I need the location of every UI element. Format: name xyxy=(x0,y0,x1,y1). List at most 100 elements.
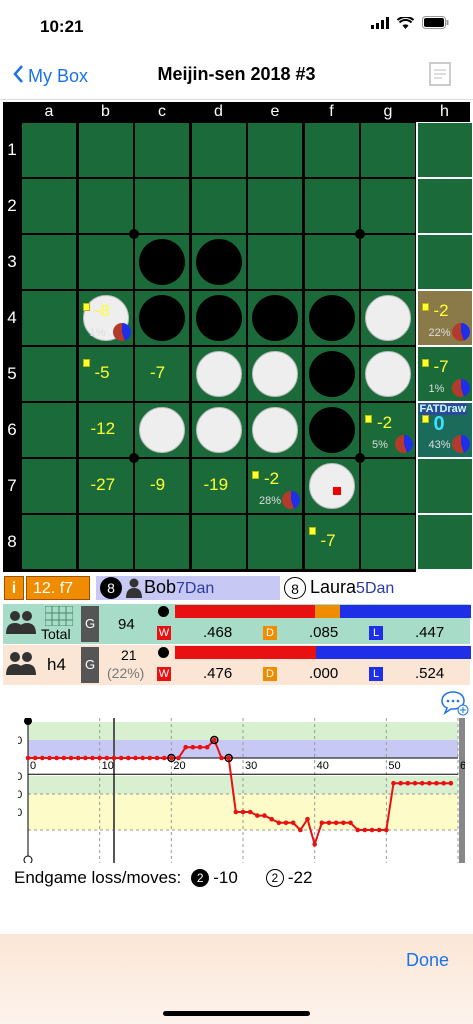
board-cell-b8[interactable] xyxy=(78,515,133,569)
board-cell-b5[interactable]: -5 xyxy=(78,347,133,401)
board-cell-c1[interactable] xyxy=(135,123,189,177)
board-cell-g6[interactable]: -2 5% xyxy=(361,403,415,457)
board-cell-c3[interactable] xyxy=(135,235,189,289)
cell-score: -2 xyxy=(377,413,393,432)
board-cell-h7[interactable] xyxy=(417,459,472,513)
board-cell-g8[interactable] xyxy=(361,515,415,569)
draw-rate: .085 xyxy=(309,624,339,641)
evaluation-point xyxy=(212,737,217,743)
board-cell-g5[interactable] xyxy=(361,347,415,401)
board-cell-d6[interactable] xyxy=(191,403,246,457)
board-cell-h2[interactable] xyxy=(417,179,472,233)
board-cell-h8[interactable] xyxy=(417,515,472,569)
board-cell-c7[interactable]: -9 xyxy=(135,459,189,513)
board-cell-e7[interactable]: -2 28% xyxy=(248,459,302,513)
black-player: 8 Bob7Dan xyxy=(96,576,280,600)
white-disc xyxy=(195,351,242,397)
cell-score: -8 xyxy=(94,301,110,320)
column-label-g: g xyxy=(383,103,393,120)
notes-button[interactable] xyxy=(429,62,451,91)
evaluation-point xyxy=(412,780,418,786)
add-comment-button[interactable] xyxy=(441,690,469,721)
board-cell-b1[interactable] xyxy=(78,123,133,177)
board-cell-f7[interactable] xyxy=(304,459,359,513)
board-cell-e1[interactable] xyxy=(248,123,302,177)
board-cell-d2[interactable] xyxy=(191,179,246,233)
board-cell-c5[interactable]: -7 xyxy=(135,347,189,401)
done-button[interactable]: Done xyxy=(406,950,449,971)
board-cell-a2[interactable] xyxy=(22,179,76,233)
board-cell-f5[interactable] xyxy=(304,347,359,401)
board-cell-g1[interactable] xyxy=(361,123,415,177)
board-cell-h1[interactable] xyxy=(417,123,472,177)
board-cell-g4[interactable] xyxy=(361,291,415,345)
current-move-label[interactable]: 12. f7 xyxy=(26,576,90,600)
board-cell-a4[interactable] xyxy=(22,291,76,345)
black-disc-count: 8 xyxy=(100,577,122,599)
board-cell-a8[interactable] xyxy=(22,515,76,569)
endgame-summary: Endgame loss/moves: 2 -10 2 -22 xyxy=(14,868,312,888)
board-cell-e4[interactable] xyxy=(248,291,302,345)
board-cell-b7[interactable]: -27 xyxy=(78,459,133,513)
board-cell-h6[interactable]: FATDraw 0 43% xyxy=(417,403,472,457)
board-cell-f4[interactable] xyxy=(304,291,359,345)
board-cell-f8[interactable]: -7 xyxy=(304,515,359,569)
board-cell-c6[interactable] xyxy=(135,403,189,457)
board-cell-d1[interactable] xyxy=(191,123,246,177)
evaluation-point xyxy=(118,755,124,761)
board-cell-h3[interactable] xyxy=(417,235,472,289)
board-cell-a3[interactable] xyxy=(22,235,76,289)
board-cell-a6[interactable] xyxy=(22,403,76,457)
cell-score: -12 xyxy=(90,419,116,438)
board-cell-g7[interactable] xyxy=(361,459,415,513)
board-cell-h5[interactable]: -7 1% xyxy=(417,347,472,401)
board-cell-f1[interactable] xyxy=(304,123,359,177)
board-cell-d8[interactable] xyxy=(191,515,246,569)
home-indicator xyxy=(163,1011,310,1016)
board-cell-f6[interactable] xyxy=(304,403,359,457)
board-cell-f3[interactable] xyxy=(304,235,359,289)
board-cell-d4[interactable] xyxy=(191,291,246,345)
graph-x-label: 20 xyxy=(173,760,185,772)
board-cell-d7[interactable]: -19 xyxy=(191,459,246,513)
board-cell-e3[interactable] xyxy=(248,235,302,289)
board-cell-g2[interactable] xyxy=(361,179,415,233)
board-cell-a5[interactable] xyxy=(22,347,76,401)
evaluation-point xyxy=(341,820,346,826)
row-label-2: 2 xyxy=(7,196,17,215)
board-cell-h4[interactable]: -2 22% xyxy=(417,291,472,345)
evaluation-point xyxy=(326,820,332,826)
board-cell-d5[interactable] xyxy=(191,347,246,401)
board-cell-c8[interactable] xyxy=(135,515,189,569)
board-cell-d3[interactable] xyxy=(191,235,246,289)
page-title: Meijin-sen 2018 #3 xyxy=(157,64,316,84)
evaluation-point xyxy=(448,780,454,786)
board-cell-b3[interactable] xyxy=(78,235,133,289)
white-disc xyxy=(195,407,242,453)
board-cell-b4[interactable]: -8 1% xyxy=(78,291,133,345)
evaluation-graph[interactable]: 0 10 20 30 40 50 60 10 10 20 30 xyxy=(10,717,472,865)
board-cell-b2[interactable] xyxy=(78,179,133,233)
white-player: 8 Laura5Dan xyxy=(282,576,470,600)
win-badge: W xyxy=(157,667,171,681)
info-button[interactable]: i xyxy=(4,576,24,600)
board-cell-e5[interactable] xyxy=(248,347,302,401)
win-segment xyxy=(175,646,316,659)
board-cell-a7[interactable] xyxy=(22,459,76,513)
move-games-pct: (22%) xyxy=(107,665,145,681)
evaluation-point xyxy=(61,755,67,761)
board-cell-e6[interactable] xyxy=(248,403,302,457)
board-cell-c4[interactable] xyxy=(135,291,189,345)
board-cell-e2[interactable] xyxy=(248,179,302,233)
graph-x-label: 50 xyxy=(388,760,400,772)
board-cell-a1[interactable] xyxy=(22,123,76,177)
board-cell-e8[interactable] xyxy=(248,515,302,569)
board-cell-c2[interactable] xyxy=(135,179,189,233)
board-cell-g3[interactable] xyxy=(361,235,415,289)
draw-segment xyxy=(315,605,340,618)
board-cell-f2[interactable] xyxy=(304,179,359,233)
evaluation-point xyxy=(190,744,196,750)
board-cell-b6[interactable]: -12 xyxy=(78,403,133,457)
eval-total-row: Total G 94 W .468 D .085 L .447 xyxy=(3,604,471,644)
row-label-7: 7 xyxy=(7,476,17,495)
